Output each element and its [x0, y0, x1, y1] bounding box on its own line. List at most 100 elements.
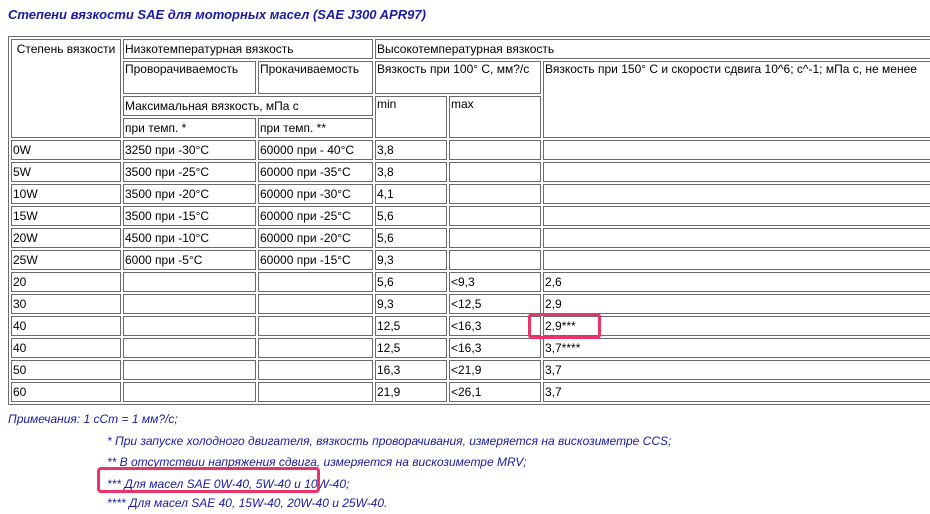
- pumping-cell: 60000 при -30°С: [258, 184, 373, 204]
- max-cell: <21,9: [449, 360, 541, 380]
- min-cell: 4,1: [375, 184, 447, 204]
- pumping-cell: [258, 338, 373, 358]
- grade-cell: 30: [11, 294, 121, 314]
- cranking-cell: [123, 338, 256, 358]
- table-row: 20 5,6 <9,3 2,6: [11, 272, 930, 292]
- header-low-temp: Низкотемпературная вязкость: [123, 39, 373, 59]
- cranking-cell: [123, 360, 256, 380]
- max-cell: [449, 228, 541, 248]
- min-cell: 9,3: [375, 250, 447, 270]
- header-pumping: Прокачиваемость: [258, 61, 373, 94]
- header-min: min: [375, 96, 447, 138]
- max-cell: <26,1: [449, 382, 541, 402]
- pumping-cell: 60000 при -20°С: [258, 228, 373, 248]
- cranking-cell: [123, 294, 256, 314]
- pumping-cell: [258, 316, 373, 336]
- hths-cell: [543, 250, 930, 270]
- hths-cell: 3,7: [543, 360, 930, 380]
- grade-cell: 10W: [11, 184, 121, 204]
- page-title: Степени вязкости SAE для моторных масел …: [8, 7, 426, 22]
- hths-cell: 3,7****: [543, 338, 930, 358]
- table-row: 50 16,3 <21,9 3,7: [11, 360, 930, 380]
- min-cell: 5,6: [375, 272, 447, 292]
- cranking-cell: [123, 382, 256, 402]
- max-cell: <9,3: [449, 272, 541, 292]
- note-4: **** Для масел SAE 40, 15W-40, 20W-40 и …: [107, 496, 388, 510]
- min-cell: 9,3: [375, 294, 447, 314]
- note-1: * При запуске холодного двигателя, вязко…: [107, 434, 672, 448]
- grade-cell: 40: [11, 316, 121, 336]
- pumping-cell: [258, 360, 373, 380]
- table-row: 25W 6000 при -5°С 60000 при -15°С 9,3: [11, 250, 930, 270]
- hths-cell: [543, 140, 930, 160]
- header-max: max: [449, 96, 541, 138]
- header-temp1: при темп. *: [123, 118, 256, 138]
- hths-cell: 2,9***: [543, 316, 930, 336]
- pumping-cell: [258, 272, 373, 292]
- pumping-cell: 60000 при -35°С: [258, 162, 373, 182]
- table-row: 20W 4500 при -10°С 60000 при -20°С 5,6: [11, 228, 930, 248]
- header-cranking: Проворачиваемость: [123, 61, 256, 94]
- note-units: Примечания: 1 сСт = 1 мм?/с;: [8, 412, 178, 426]
- viscosity-table: Степень вязкости Низкотемпературная вязк…: [8, 36, 930, 405]
- hths-cell: [543, 228, 930, 248]
- pumping-cell: 60000 при -15°С: [258, 250, 373, 270]
- table-row: 60 21,9 <26,1 3,7: [11, 382, 930, 402]
- min-cell: 3,8: [375, 162, 447, 182]
- grade-cell: 5W: [11, 162, 121, 182]
- table-row: 0W 3250 при -30°С 60000 при - 40°С 3,8: [11, 140, 930, 160]
- max-cell: [449, 184, 541, 204]
- max-cell: <12,5: [449, 294, 541, 314]
- hths-cell: 3,7: [543, 382, 930, 402]
- header-grade: Степень вязкости: [11, 39, 121, 138]
- pumping-cell: [258, 294, 373, 314]
- grade-cell: 20W: [11, 228, 121, 248]
- max-cell: [449, 140, 541, 160]
- table-row: 40 12,5 <16,3 2,9***: [11, 316, 930, 336]
- pumping-cell: 60000 при - 40°С: [258, 140, 373, 160]
- min-cell: 16,3: [375, 360, 447, 380]
- pumping-cell: [258, 382, 373, 402]
- max-cell: <16,3: [449, 338, 541, 358]
- pumping-cell: 60000 при -25°С: [258, 206, 373, 226]
- max-cell: [449, 206, 541, 226]
- min-cell: 5,6: [375, 206, 447, 226]
- min-cell: 12,5: [375, 338, 447, 358]
- table-row: 30 9,3 <12,5 2,9: [11, 294, 930, 314]
- max-cell: [449, 162, 541, 182]
- hths-cell: [543, 206, 930, 226]
- table-row: 10W 3500 при -20°С 60000 при -30°С 4,1: [11, 184, 930, 204]
- grade-cell: 50: [11, 360, 121, 380]
- cranking-cell: [123, 316, 256, 336]
- min-cell: 5,6: [375, 228, 447, 248]
- table-row: 5W 3500 при -25°С 60000 при -35°С 3,8: [11, 162, 930, 182]
- cranking-cell: 3500 при -20°С: [123, 184, 256, 204]
- header-visc100: Вязкость при 100° С, мм?/с: [375, 61, 541, 94]
- grade-cell: 25W: [11, 250, 121, 270]
- header-max-visc: Максимальная вязкость, мПа с: [123, 96, 373, 116]
- header-visc150: Вязкость при 150° С и скорости сдвига 10…: [543, 61, 930, 138]
- grade-cell: 40: [11, 338, 121, 358]
- hths-cell: [543, 184, 930, 204]
- cranking-cell: 4500 при -10°С: [123, 228, 256, 248]
- cranking-cell: 6000 при -5°С: [123, 250, 256, 270]
- min-cell: 3,8: [375, 140, 447, 160]
- highlight-box-note: [97, 467, 320, 493]
- min-cell: 12,5: [375, 316, 447, 336]
- table-row: 40 12,5 <16,3 3,7****: [11, 338, 930, 358]
- hths-cell: 2,9: [543, 294, 930, 314]
- hths-cell: [543, 162, 930, 182]
- header-temp2: при темп. **: [258, 118, 373, 138]
- table-row: 15W 3500 при -15°С 60000 при -25°С 5,6: [11, 206, 930, 226]
- header-high-temp: Высокотемпературная вязкость: [375, 39, 930, 59]
- grade-cell: 20: [11, 272, 121, 292]
- hths-cell: 2,6: [543, 272, 930, 292]
- grade-cell: 15W: [11, 206, 121, 226]
- grade-cell: 0W: [11, 140, 121, 160]
- min-cell: 21,9: [375, 382, 447, 402]
- highlight-box-cell: [528, 313, 601, 339]
- cranking-cell: 3500 при -25°С: [123, 162, 256, 182]
- cranking-cell: [123, 272, 256, 292]
- cranking-cell: 3250 при -30°С: [123, 140, 256, 160]
- max-cell: [449, 250, 541, 270]
